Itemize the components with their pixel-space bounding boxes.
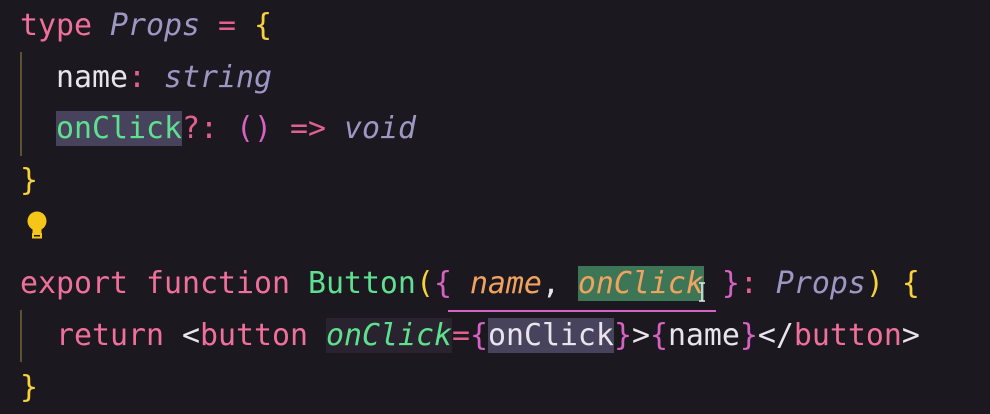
code-token: onClick: [487, 318, 614, 354]
code-token: export: [20, 266, 128, 302]
code-token: {: [649, 318, 668, 354]
code-token: }: [613, 318, 632, 354]
code-token: Button: [307, 266, 416, 302]
code-token: ?:: [181, 111, 218, 147]
code-token: >: [631, 318, 650, 354]
code-token: onClick: [577, 266, 704, 302]
code-token: :: [127, 59, 146, 95]
code-token: Props: [775, 266, 866, 302]
code-token: }: [739, 318, 758, 354]
code-token: </: [757, 318, 794, 354]
lightbulb-icon[interactable]: [26, 211, 48, 239]
text-cursor-icon: [697, 282, 707, 302]
code-token: name: [667, 318, 740, 354]
code-token: =: [451, 318, 470, 354]
code-token: button: [199, 318, 308, 354]
code-line[interactable]: return <button onClick={onClick}>{name}<…: [20, 310, 920, 362]
code-token: {: [901, 266, 920, 302]
code-token: name: [469, 266, 542, 302]
code-token: <: [181, 318, 200, 354]
code-token: {: [433, 266, 452, 302]
code-token: :: [739, 266, 758, 302]
code-token: >: [901, 318, 920, 354]
code-line[interactable]: export function Button({ name, onClick }…: [20, 258, 920, 310]
code-token: ,: [541, 266, 560, 302]
code-line[interactable]: }: [20, 155, 920, 207]
code-token: {: [253, 8, 272, 43]
code-token: string: [163, 59, 272, 95]
code-token: ): [865, 266, 884, 302]
code-token: function: [145, 266, 290, 302]
code-token: }: [721, 266, 740, 302]
code-token: Props: [109, 8, 200, 43]
code-token: return: [56, 318, 164, 354]
code-token: button: [793, 318, 902, 354]
code-token: {: [469, 318, 488, 354]
code-token: name: [56, 59, 128, 95]
code-token: }: [20, 163, 38, 199]
code-token: (: [415, 266, 434, 302]
code-token: =>: [289, 111, 326, 147]
code-editor[interactable]: type Props = { name: string onClick?: ()…: [20, 0, 920, 414]
code-line[interactable]: name: string: [20, 52, 920, 104]
code-token: (): [235, 111, 272, 147]
code-token: type: [20, 8, 92, 43]
code-token: =: [217, 8, 236, 43]
code-line[interactable]: }: [20, 362, 920, 414]
code-line[interactable]: [20, 207, 920, 259]
code-token: void: [343, 111, 416, 147]
code-token: }: [20, 369, 38, 405]
code-token: onClick: [325, 318, 452, 354]
code-line[interactable]: onClick?: () => void: [20, 103, 920, 155]
code-token: onClick: [56, 111, 182, 147]
code-line[interactable]: type Props = {: [20, 0, 920, 52]
